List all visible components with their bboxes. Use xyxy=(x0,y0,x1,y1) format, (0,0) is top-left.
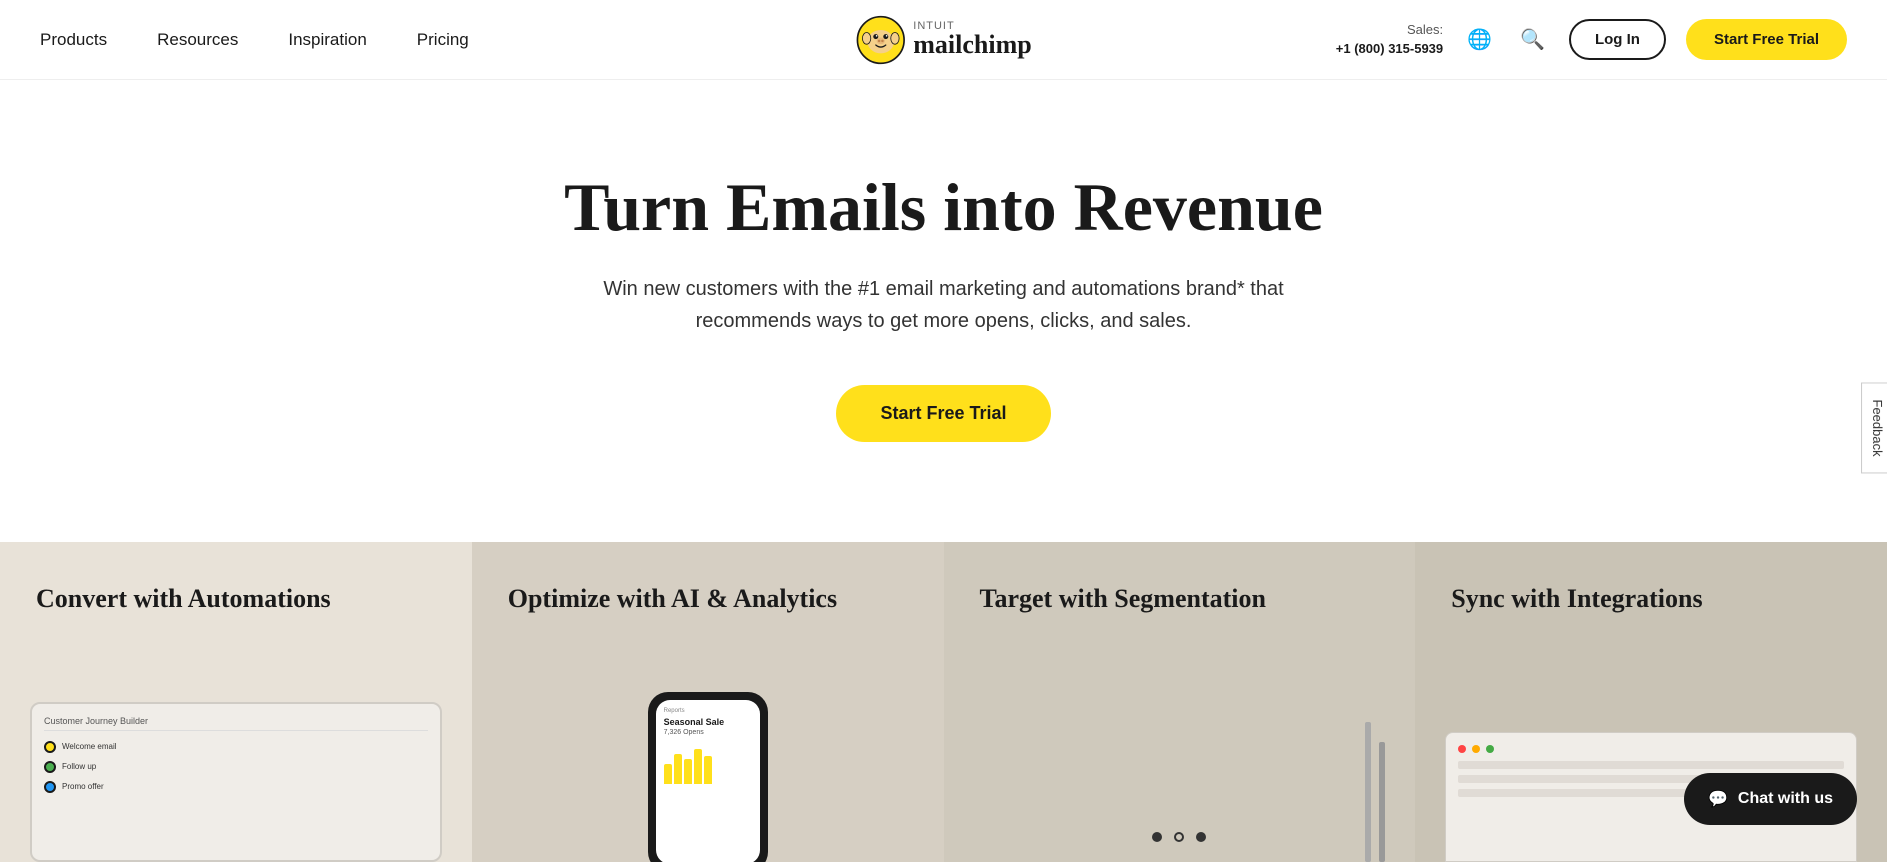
chat-label: Chat with us xyxy=(1738,790,1833,808)
feature-card-ai-analytics: Optimize with AI & Analytics Reports Sea… xyxy=(472,542,944,862)
phone-opens-count: 7,326 Opens xyxy=(664,729,752,736)
feature-card-segmentation: Target with Segmentation xyxy=(944,542,1416,862)
dot-red xyxy=(1458,745,1466,753)
features-section: Convert with Automations Customer Journe… xyxy=(0,542,1887,862)
feedback-tab[interactable]: Feedback xyxy=(1861,382,1887,473)
chat-widget[interactable]: 💬 Chat with us xyxy=(1684,773,1857,825)
phone-screen: Reports Seasonal Sale 7,326 Opens xyxy=(656,700,760,862)
tablet-row-2: Follow up xyxy=(44,757,428,777)
circle-filled xyxy=(1152,832,1162,842)
tablet-row-3: Promo offer xyxy=(44,777,428,797)
nav-item-inspiration[interactable]: Inspiration xyxy=(288,30,366,50)
search-button[interactable]: 🔍 xyxy=(1516,23,1549,56)
feature-title-automations: Convert with Automations xyxy=(36,582,436,616)
feature-title-integrations: Sync with Integrations xyxy=(1451,582,1851,616)
dot-yellow xyxy=(1472,745,1480,753)
nav-item-pricing[interactable]: Pricing xyxy=(417,30,469,50)
tablet-mockup: Customer Journey Builder Welcome email F… xyxy=(30,702,442,862)
ruler-icon xyxy=(1365,722,1371,862)
tablet-app-name: Customer Journey Builder xyxy=(44,716,148,726)
feature-card-automations: Convert with Automations Customer Journe… xyxy=(0,542,472,862)
mailchimp-monkey-icon xyxy=(855,15,905,65)
tablet-screen-header: Customer Journey Builder xyxy=(44,716,428,731)
nav-left: Products Resources Inspiration Pricing xyxy=(40,30,469,50)
hero-subtitle: Win new customers with the #1 email mark… xyxy=(554,273,1334,337)
phone-campaign-name: Seasonal Sale xyxy=(664,717,752,727)
phone-mockup: Reports Seasonal Sale 7,326 Opens xyxy=(648,692,768,862)
phone-reports-label: Reports xyxy=(664,708,752,714)
circle-filled-2 xyxy=(1196,832,1206,842)
device-dots xyxy=(1458,745,1844,753)
feature-title-ai-analytics: Optimize with AI & Analytics xyxy=(508,582,908,616)
start-free-trial-hero-button[interactable]: Start Free Trial xyxy=(836,385,1050,442)
sales-phone: +1 (800) 315-5939 xyxy=(1336,41,1443,56)
chat-bubble-icon: 💬 xyxy=(1708,789,1728,809)
sales-info: Sales: +1 (800) 315-5939 xyxy=(1336,21,1443,57)
tablet-row-1: Welcome email xyxy=(44,737,428,757)
circle-outlined xyxy=(1174,832,1184,842)
tablet-icon-3 xyxy=(44,781,56,793)
logo-text: intuit mailchimp xyxy=(913,21,1031,58)
circle-decoration xyxy=(1152,832,1206,842)
search-icon: 🔍 xyxy=(1520,27,1545,52)
nav-right: Sales: +1 (800) 315-5939 🌐 🔍 Log In Star… xyxy=(1336,19,1847,60)
tablet-row-text-3: Promo offer xyxy=(62,782,104,791)
start-free-trial-nav-button[interactable]: Start Free Trial xyxy=(1686,19,1847,60)
ruler-icon-2 xyxy=(1379,742,1385,862)
feedback-label: Feedback xyxy=(1870,399,1885,456)
phone-screen-container: Reports Seasonal Sale 7,326 Opens xyxy=(648,692,768,862)
sales-label: Sales: xyxy=(1407,22,1443,37)
navbar: Products Resources Inspiration Pricing xyxy=(0,0,1887,80)
logo-mailchimp-label: mailchimp xyxy=(913,32,1031,58)
device-line-1 xyxy=(1458,761,1844,769)
hero-section: Turn Emails into Revenue Win new custome… xyxy=(0,80,1887,542)
tablet-row-text-1: Welcome email xyxy=(62,742,117,751)
tablet-icon-2 xyxy=(44,761,56,773)
tablet-icon-1 xyxy=(44,741,56,753)
tablet-screen: Customer Journey Builder Welcome email F… xyxy=(30,702,442,862)
device-line-2 xyxy=(1458,775,1728,783)
login-button[interactable]: Log In xyxy=(1569,19,1666,60)
hero-title: Turn Emails into Revenue xyxy=(40,170,1847,245)
feature-title-segmentation: Target with Segmentation xyxy=(980,582,1380,616)
phone-chart xyxy=(664,744,752,784)
logo[interactable]: intuit mailchimp xyxy=(855,15,1031,65)
globe-button[interactable]: 🌐 xyxy=(1463,23,1496,56)
globe-icon: 🌐 xyxy=(1467,27,1492,52)
nav-item-products[interactable]: Products xyxy=(40,30,107,50)
dot-green xyxy=(1486,745,1494,753)
segmentation-decoration xyxy=(1365,722,1385,862)
nav-item-resources[interactable]: Resources xyxy=(157,30,238,50)
tablet-row-text-2: Follow up xyxy=(62,762,96,771)
